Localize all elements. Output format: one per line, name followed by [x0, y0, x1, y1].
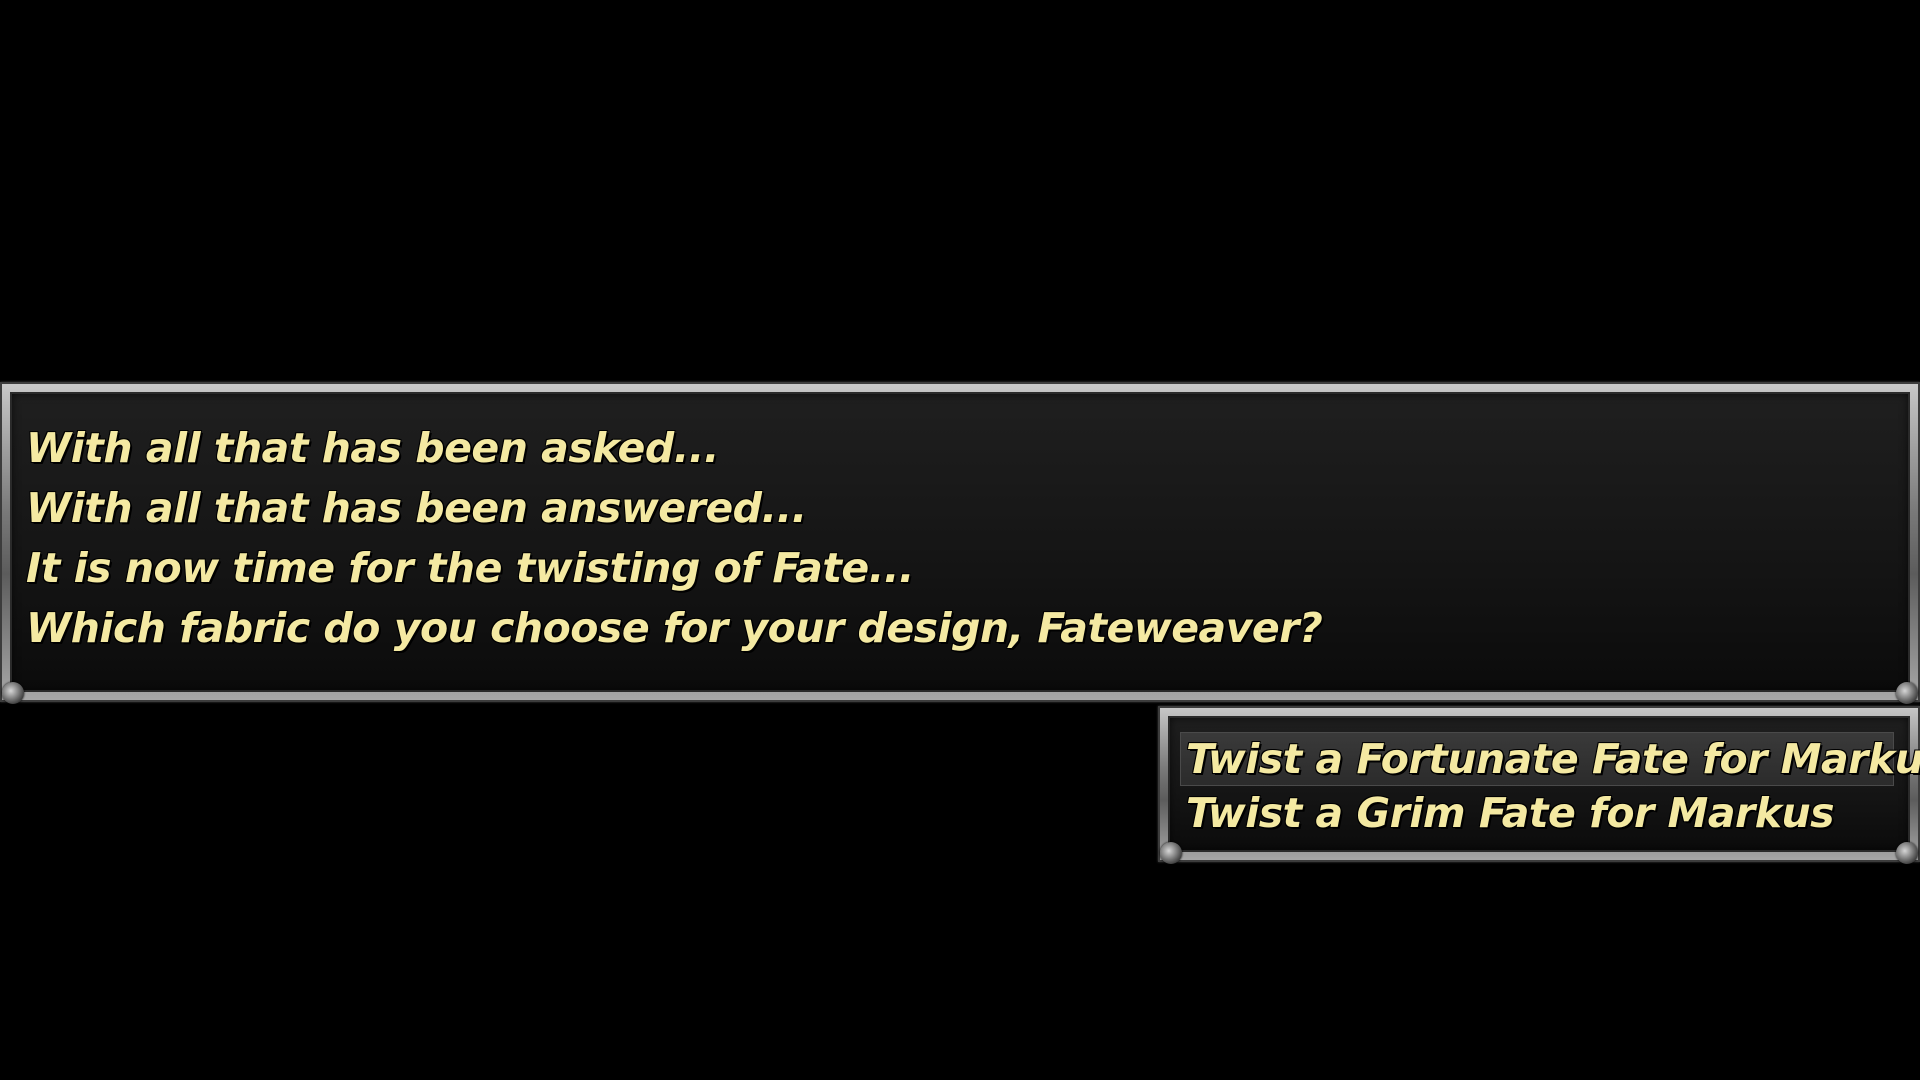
message-line-4: Which fabric do you choose for your desi… [26, 604, 1323, 652]
choice-grim-fate[interactable]: Twist a Grim Fate for Markus [1180, 786, 1894, 840]
message-text: With all that has been asked... With all… [26, 418, 1894, 658]
choice-list: Twist a Fortunate Fate for Markus Twist … [1180, 732, 1920, 840]
message-line-1: With all that has been asked... [26, 424, 719, 472]
ornament-corner-icon [1896, 682, 1918, 704]
choice-fortunate-fate[interactable]: Twist a Fortunate Fate for Markus [1180, 732, 1920, 786]
choice-window: Twist a Fortunate Fate for Markus Twist … [1158, 706, 1920, 864]
message-window: With all that has been asked... With all… [0, 382, 1920, 704]
ornament-corner-icon [1160, 842, 1182, 864]
message-line-2: With all that has been answered... [26, 484, 807, 532]
message-line-3: It is now time for the twisting of Fate.… [26, 544, 914, 592]
ornament-corner-icon [1896, 842, 1918, 864]
ornament-corner-icon [2, 682, 24, 704]
